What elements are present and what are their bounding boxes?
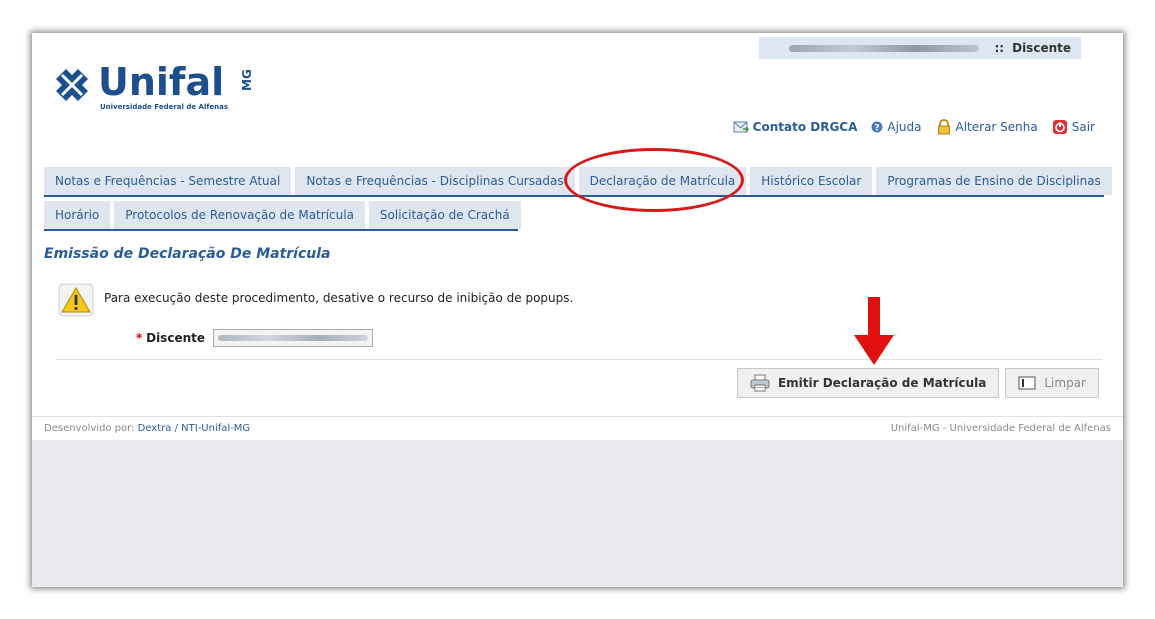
- tab-programas-ensino[interactable]: Programas de Ensino de Disciplinas: [876, 167, 1112, 195]
- divider: [56, 359, 1102, 360]
- change-password-link[interactable]: Alterar Senha: [936, 119, 1038, 135]
- unifal-logo[interactable]: Unifal MG Universidade Federal de Alfena…: [52, 53, 292, 123]
- tabs-row-2: Horário Protocolos de Renovação de Matrí…: [44, 201, 521, 231]
- printer-icon: [750, 374, 770, 392]
- clear-button[interactable]: Limpar: [1005, 368, 1099, 398]
- help-icon: ?: [871, 121, 883, 133]
- page-title: Emissão de Declaração De Matrícula: [44, 246, 331, 262]
- tab-notas-semestre-atual[interactable]: Notas e Frequências - Semestre Atual: [44, 167, 292, 195]
- user-separator: ::: [994, 41, 1005, 55]
- discente-input[interactable]: [213, 329, 373, 347]
- page-header: Unifal MG Universidade Federal de Alfena…: [32, 33, 1123, 163]
- user-bar: :: Discente: [759, 37, 1081, 59]
- masked-username: [788, 44, 979, 52]
- emit-declaration-button[interactable]: Emitir Declaração de Matrícula: [736, 368, 1000, 398]
- logo-brand: Unifal: [98, 60, 224, 104]
- clear-label: Limpar: [1044, 376, 1086, 390]
- warning-text: Para execução deste procedimento, desati…: [104, 291, 574, 305]
- page-footer: Desenvolvido por: Dextra / NTI-Unifal-MG…: [32, 416, 1123, 440]
- tab-horario[interactable]: Horário: [44, 201, 111, 229]
- page-bottom-area: [32, 440, 1123, 587]
- logo-suffix: MG: [240, 69, 254, 91]
- tab-notas-disciplinas-cursadas[interactable]: Notas e Frequências - Disciplinas Cursad…: [295, 167, 575, 195]
- tab-solicitacao-cracha[interactable]: Solicitação de Crachá: [368, 201, 521, 229]
- user-role: Discente: [1012, 41, 1071, 55]
- action-buttons: Emitir Declaração de Matrícula Limpar: [736, 368, 1099, 398]
- logout-label: Sair: [1071, 120, 1095, 134]
- contact-link-label: Contato DRGCA: [752, 120, 858, 134]
- masked-discente-value: [218, 335, 368, 341]
- discente-label-wrap: * Discente: [136, 331, 205, 345]
- svg-text:?: ?: [875, 124, 880, 134]
- required-mark: *: [136, 331, 143, 345]
- discente-label: Discente: [146, 331, 205, 345]
- lock-icon: [937, 119, 950, 135]
- browser-page: Unifal MG Universidade Federal de Alfena…: [32, 33, 1123, 587]
- arrow-down-annotation-icon: [854, 297, 894, 365]
- eraser-icon: [1018, 376, 1036, 390]
- discente-field: * Discente: [136, 329, 373, 347]
- tabs-row-1: Notas e Frequências - Semestre Atual Not…: [44, 167, 1112, 197]
- tab-protocolos-renovacao[interactable]: Protocolos de Renovação de Matrícula: [114, 201, 365, 229]
- help-link[interactable]: ? Ajuda: [871, 120, 922, 134]
- tab-historico-escolar[interactable]: Histórico Escolar: [750, 167, 873, 195]
- top-links: Contato DRGCA ? Ajuda Alterar Senha Sair: [733, 119, 1095, 135]
- contact-link[interactable]: Contato DRGCA: [733, 120, 858, 134]
- logout-link[interactable]: Sair: [1052, 119, 1095, 135]
- tab-declaracao-matricula[interactable]: Declaração de Matrícula: [578, 167, 747, 195]
- help-link-label: Ajuda: [887, 120, 922, 134]
- logo-subtitle: Universidade Federal de Alfenas: [100, 103, 228, 111]
- mail-icon: [733, 121, 749, 133]
- developer-link[interactable]: Dextra / NTI-Unifal-MG: [138, 423, 250, 434]
- organization-name: Unifal-MG - Universidade Federal de Alfe…: [890, 423, 1111, 434]
- warning-icon: [58, 283, 94, 317]
- developer-prefix: Desenvolvido por:: [44, 423, 135, 434]
- power-icon: [1052, 120, 1067, 134]
- change-password-label: Alterar Senha: [955, 120, 1038, 134]
- developer-credit: Desenvolvido por: Dextra / NTI-Unifal-MG: [44, 423, 250, 434]
- warning-message: Para execução deste procedimento, desati…: [58, 283, 573, 317]
- emit-declaration-label: Emitir Declaração de Matrícula: [777, 376, 987, 390]
